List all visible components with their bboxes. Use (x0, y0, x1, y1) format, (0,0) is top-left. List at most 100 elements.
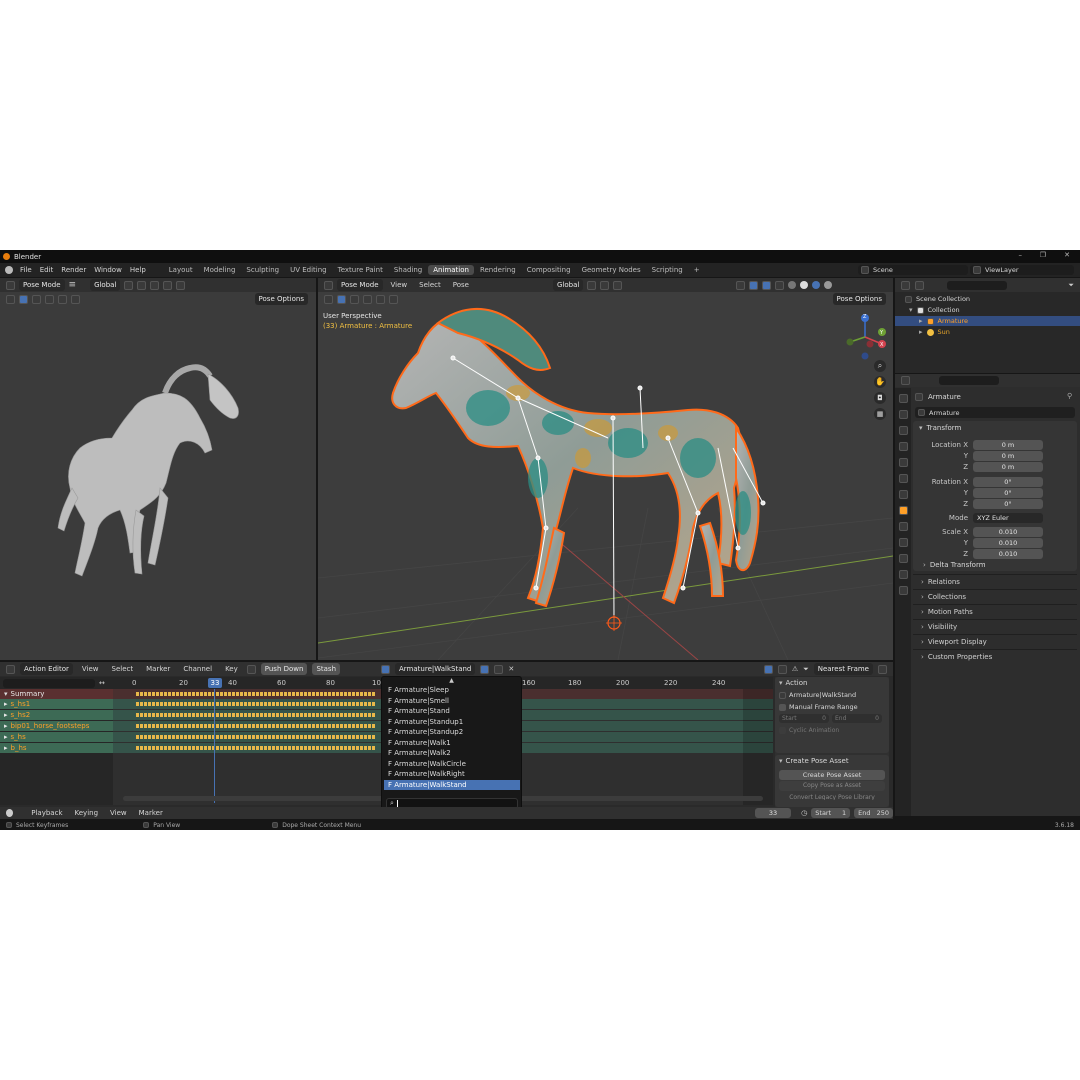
main-proportional-icon[interactable] (613, 280, 623, 290)
select-extend-icon[interactable] (32, 294, 41, 304)
left-pose-options[interactable]: Pose Options (254, 293, 308, 305)
pan-hand-icon[interactable]: ✋ (874, 376, 886, 388)
snapping-dropdown[interactable]: Nearest Frame (813, 663, 873, 675)
keyframe-strip[interactable] (136, 713, 376, 717)
location-z-field[interactable]: 0 m (973, 461, 1043, 472)
proportional-icon[interactable] (150, 280, 160, 290)
main-editor-type-icon[interactable] (324, 280, 333, 290)
left-mode-dropdown[interactable]: Pose Mode (19, 279, 65, 291)
timeline-editor-icon[interactable] (6, 809, 14, 817)
shading-wireframe-icon[interactable] (788, 281, 797, 289)
create-pose-asset-button[interactable]: Create Pose Asset (779, 770, 885, 780)
gizmo-icon[interactable] (749, 280, 759, 290)
main-play-icon[interactable] (324, 294, 333, 304)
grid-view-icon[interactable]: ▦ (874, 408, 886, 420)
constraints-tab-icon[interactable] (898, 570, 908, 579)
menu-help[interactable]: Help (126, 266, 150, 274)
rotation-y-field[interactable]: 0° (973, 487, 1043, 498)
tab-rendering[interactable]: Rendering (475, 265, 521, 275)
select-intersect-icon[interactable] (71, 294, 80, 304)
shading-material-icon[interactable] (812, 281, 821, 289)
action-item-smell[interactable]: F Armature|Smell (384, 696, 520, 707)
filter-icon[interactable]: ⏷ (803, 665, 809, 674)
main-select-extend-icon[interactable] (350, 294, 359, 304)
object-tab-icon[interactable] (898, 506, 908, 515)
menu-playback[interactable]: Playback (27, 809, 66, 817)
hamburger-icon[interactable]: ≡ (69, 280, 77, 290)
main-select-subtract-icon[interactable] (363, 294, 372, 304)
main-menu-select[interactable]: Select (415, 281, 445, 289)
zoom-icon[interactable]: ⌕ (874, 360, 886, 372)
ae-menu-channel[interactable]: Channel (179, 665, 216, 673)
section-motion-paths[interactable]: › Motion Paths (913, 604, 1077, 619)
select-subtract-icon[interactable] (45, 294, 54, 304)
stash-button[interactable]: Stash (312, 663, 341, 675)
action-item-walkcircle[interactable]: F Armature|WalkCircle (384, 759, 520, 770)
keyframe-strip[interactable] (136, 702, 376, 706)
scale-y-field[interactable]: 0.010 (973, 537, 1043, 548)
push-down-button[interactable]: Push Down (260, 663, 308, 675)
render-tab-icon[interactable] (898, 410, 908, 419)
keyframe-strip[interactable] (136, 724, 376, 728)
delta-transform-row[interactable]: › Delta Transform (923, 559, 986, 570)
tab-layout[interactable]: Layout (164, 265, 198, 275)
rotation-x-field[interactable]: 0° (973, 476, 1043, 487)
left-viewport[interactable]: Pose Mode ≡ Global Pose Options (0, 278, 316, 660)
start-frame-field[interactable]: Start 1 (811, 808, 851, 818)
minimize-icon[interactable]: – (1019, 251, 1023, 259)
ae-menu-marker[interactable]: Marker (142, 665, 174, 673)
data-tab-icon[interactable] (898, 586, 908, 595)
editor-type-icon[interactable] (6, 280, 15, 290)
dopesheet-editor-icon[interactable] (6, 664, 15, 674)
tab-animation[interactable]: Animation (428, 265, 474, 275)
copy-pose-asset-button[interactable]: Copy Pose as Asset (779, 781, 885, 791)
section-visibility[interactable]: › Visibility (913, 619, 1077, 634)
outliner-editor-icon[interactable] (901, 280, 910, 290)
shading-solid-icon[interactable] (800, 281, 809, 289)
toggle-xray-icon[interactable] (775, 280, 785, 290)
convert-legacy-button[interactable]: Convert Legacy Pose Library (779, 794, 885, 800)
warning-icon[interactable]: ⚠ (792, 665, 798, 673)
xray-icon[interactable] (176, 280, 186, 290)
menu-timeline-marker[interactable]: Marker (135, 809, 167, 817)
visibility-icon[interactable] (736, 280, 746, 290)
transform-panel-header[interactable]: ▾ Transform (913, 421, 1077, 435)
play-icon[interactable] (6, 294, 15, 304)
range-start-field[interactable]: Start 0 (779, 714, 829, 723)
overlay-icon[interactable] (163, 280, 173, 290)
channel-row[interactable]: ▸ s_hs1 (0, 699, 113, 709)
manual-range-row[interactable]: Manual Frame Range (775, 701, 889, 713)
location-y-field[interactable]: 0 m (973, 450, 1043, 461)
overlays-icon[interactable] (762, 280, 772, 290)
properties-search-input[interactable] (939, 376, 999, 385)
output-tab-icon[interactable] (898, 426, 908, 435)
range-end-field[interactable]: End 0 (832, 714, 882, 723)
ae-menu-select[interactable]: Select (108, 665, 138, 673)
camera-icon[interactable]: ◘ (874, 392, 886, 404)
action-item-standup1[interactable]: F Armature|Standup1 (384, 717, 520, 728)
physics-tab-icon[interactable] (898, 554, 908, 563)
location-x-field[interactable]: 0 m (973, 439, 1043, 450)
create-pose-header[interactable]: ▾ Create Pose Asset (775, 755, 889, 767)
action-item-standup2[interactable]: F Armature|Standup2 (384, 727, 520, 738)
tab-geometry-nodes[interactable]: Geometry Nodes (577, 265, 646, 275)
modifier-tab-icon[interactable] (898, 522, 908, 531)
pin-icon[interactable]: ⚲ (1067, 392, 1072, 400)
section-collections[interactable]: › Collections (913, 589, 1077, 604)
section-custom-properties[interactable]: › Custom Properties (913, 649, 1077, 664)
current-frame-field[interactable]: 33 (754, 808, 792, 818)
properties-editor-icon[interactable] (901, 376, 910, 385)
view-layer-tab-icon[interactable] (898, 442, 908, 451)
outliner-row-armature[interactable]: ▸ Armature (895, 316, 1080, 326)
ae-menu-key[interactable]: Key (221, 665, 242, 673)
end-frame-field[interactable]: End 250 (854, 808, 894, 818)
proportional-edit-icon[interactable] (878, 664, 887, 674)
duplicate-action-icon[interactable] (494, 664, 504, 674)
expand-arrow-icon[interactable]: ▾ (909, 306, 913, 314)
main-pose-options[interactable]: Pose Options (832, 293, 886, 305)
particles-tab-icon[interactable] (898, 538, 908, 547)
playhead-frame-indicator[interactable]: 33 (208, 678, 222, 688)
section-viewport-display[interactable]: › Viewport Display (913, 634, 1077, 649)
cyclic-row[interactable]: Cyclic Animation (775, 724, 889, 736)
menu-timeline-view[interactable]: View (106, 809, 131, 817)
